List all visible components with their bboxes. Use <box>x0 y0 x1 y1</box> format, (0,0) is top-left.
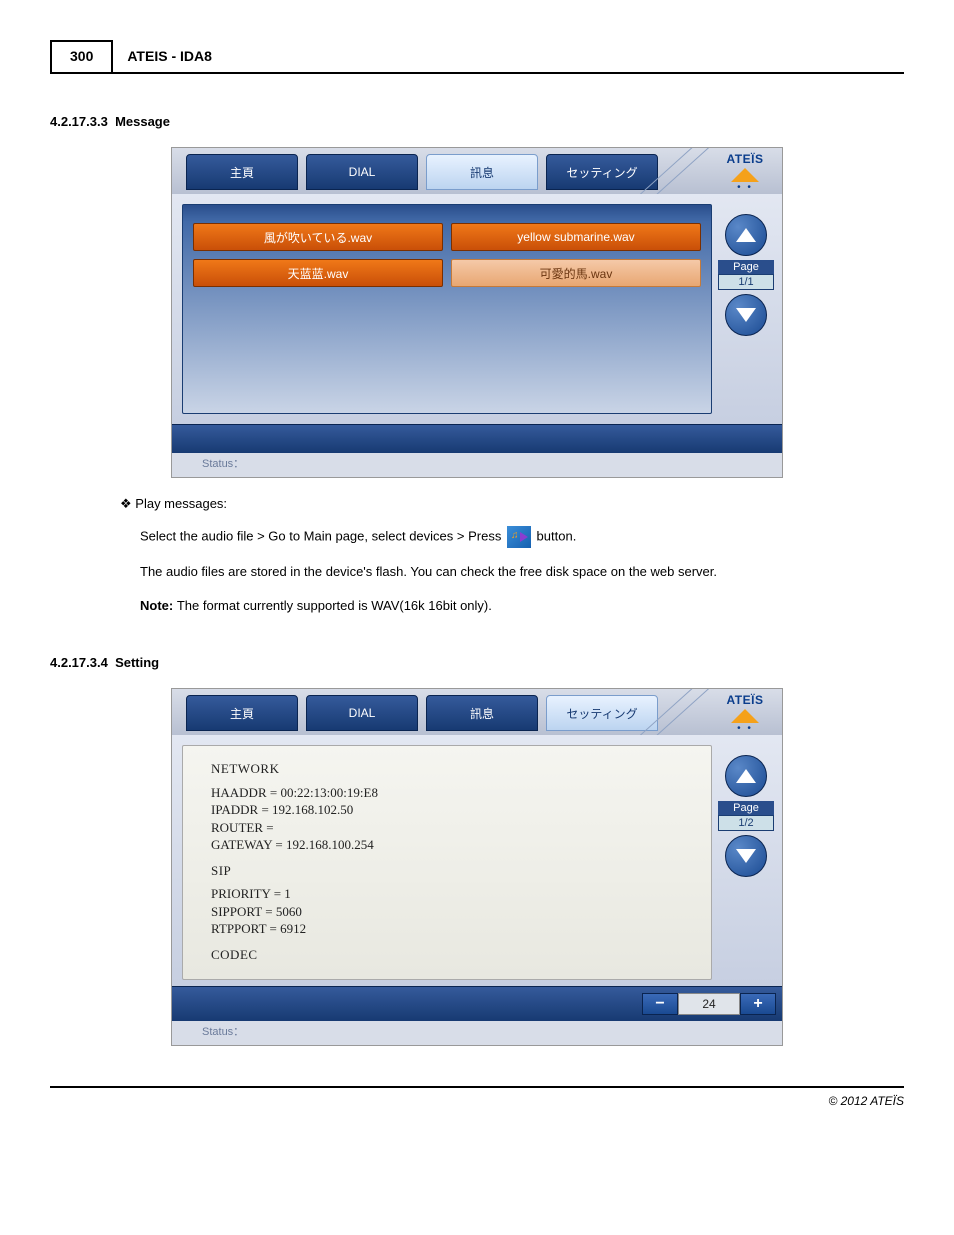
audio-file-2[interactable]: yellow submarine.wav <box>451 223 701 251</box>
decor-lines <box>640 148 710 194</box>
sip-heading: SIP <box>211 862 693 880</box>
page-label-2: Page <box>718 801 774 815</box>
audio-file-3[interactable]: 天蓝蓝.wav <box>193 259 443 287</box>
tab-message-2[interactable]: 訊息 <box>426 695 538 731</box>
message-list-panel: 風が吹いている.wav yellow submarine.wav 天蓝蓝.wav… <box>182 204 712 414</box>
network-line: IPADDR = 192.168.102.50 <box>211 801 693 819</box>
page-controls: Page 1/1 <box>718 210 774 340</box>
arrow-down-icon <box>736 849 756 863</box>
tab-message[interactable]: 訊息 <box>426 154 538 190</box>
doc-title: ATEIS - IDA8 <box>113 40 904 72</box>
instruction-select: Select the audio file > Go to Main page,… <box>140 526 904 548</box>
page-down-button[interactable] <box>725 294 767 336</box>
network-line: HAADDR = 00:22:13:00:19:E8 <box>211 784 693 802</box>
page-up-button[interactable] <box>725 214 767 256</box>
audio-file-4[interactable]: 可愛的馬.wav <box>451 259 701 287</box>
screenshot-message: 主頁 DIAL 訊息 セッティング ATEÏS • • 風が吹いている.wav … <box>171 147 783 478</box>
page-count-2: 1/2 <box>718 815 774 831</box>
instruction-storage: The audio files are stored in the device… <box>140 562 904 582</box>
arrow-down-icon <box>736 308 756 322</box>
spinner-minus-button[interactable]: − <box>642 993 678 1015</box>
page-up-button-2[interactable] <box>725 755 767 797</box>
page-header: 300 ATEIS - IDA8 <box>50 40 904 74</box>
logo: ATEÏS • • <box>714 152 776 212</box>
page-number: 300 <box>50 40 113 72</box>
bottom-bar-2: − 24 + <box>172 986 782 1021</box>
sip-line: PRIORITY = 1 <box>211 885 693 903</box>
page-count: 1/1 <box>718 274 774 290</box>
arrow-up-icon <box>736 769 756 783</box>
audio-file-1[interactable]: 風が吹いている.wav <box>193 223 443 251</box>
settings-panel: NETWORK HAADDR = 00:22:13:00:19:E8 IPADD… <box>182 745 712 980</box>
bullet-play-messages: ❖ Play messages: <box>120 496 904 512</box>
tab-dial[interactable]: DIAL <box>306 154 418 190</box>
tab-dial-2[interactable]: DIAL <box>306 695 418 731</box>
status-bar: Status： <box>172 453 782 477</box>
spinner-value: 24 <box>678 993 740 1015</box>
network-line: GATEWAY = 192.168.100.254 <box>211 836 693 854</box>
tab-main[interactable]: 主頁 <box>186 154 298 190</box>
section-heading-message: 4.2.17.3.3 Message <box>50 114 904 129</box>
tabs-bar: 主頁 DIAL 訊息 セッティング ATEÏS • • <box>172 148 782 194</box>
tabs-bar-2: 主頁 DIAL 訊息 セッティング ATEÏS • • <box>172 689 782 735</box>
bottom-bar <box>172 424 782 453</box>
tab-main-2[interactable]: 主頁 <box>186 695 298 731</box>
arrow-up-icon <box>736 228 756 242</box>
section-heading-setting: 4.2.17.3.4 Setting <box>50 655 904 670</box>
instruction-note: Note: The format currently supported is … <box>140 596 904 616</box>
network-line: ROUTER = <box>211 819 693 837</box>
page-controls-2: Page 1/2 <box>718 751 774 881</box>
sip-line: RTPPORT = 6912 <box>211 920 693 938</box>
value-spinner: − 24 + <box>642 993 776 1015</box>
logo-2: ATEÏS • • <box>714 693 776 753</box>
network-heading: NETWORK <box>211 760 693 778</box>
play-icon <box>507 526 531 548</box>
page-label: Page <box>718 260 774 274</box>
footer-copyright: © 2012 ATEÏS <box>50 1086 904 1108</box>
codec-heading: CODEC <box>211 946 693 964</box>
decor-lines-2 <box>640 689 710 735</box>
page-down-button-2[interactable] <box>725 835 767 877</box>
status-bar-2: Status： <box>172 1021 782 1045</box>
screenshot-setting: 主頁 DIAL 訊息 セッティング ATEÏS • • NETWORK HAAD… <box>171 688 783 1046</box>
spinner-plus-button[interactable]: + <box>740 993 776 1015</box>
sip-line: SIPPORT = 5060 <box>211 903 693 921</box>
